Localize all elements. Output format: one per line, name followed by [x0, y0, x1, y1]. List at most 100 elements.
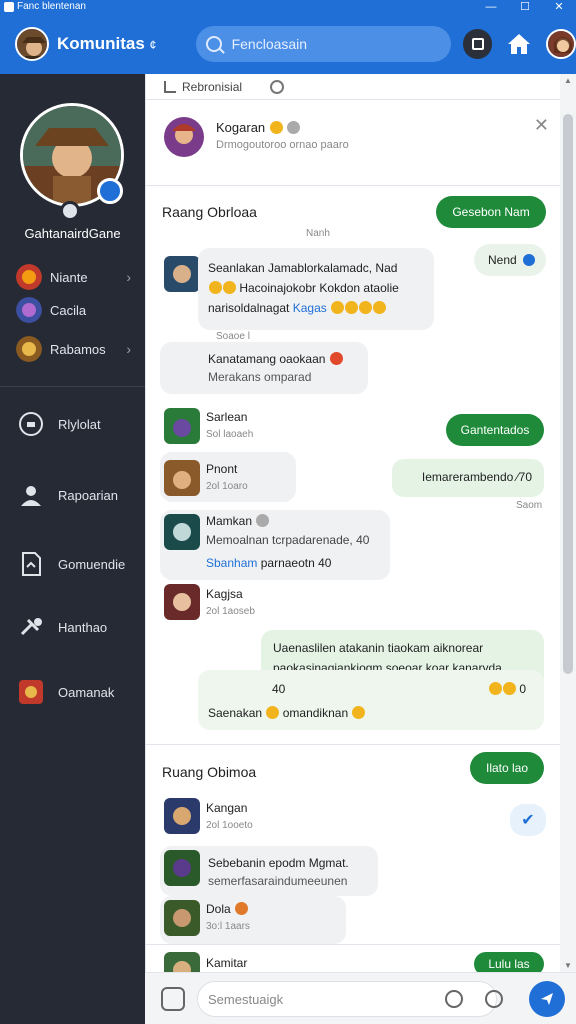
message-avatar	[164, 460, 200, 496]
message-text: 40	[272, 682, 286, 696]
message-time: Saom	[516, 500, 543, 511]
panel-toolbar: Rebronisial	[146, 74, 561, 100]
chat-panel: Rebronisial Kogaran Drmogoutoroo ornao p…	[145, 74, 561, 1024]
check-icon	[522, 254, 535, 266]
maximize-button[interactable]: ☐	[508, 0, 542, 14]
message-name: Kangan	[206, 801, 248, 815]
chevron-right-icon: ›	[126, 269, 131, 285]
emoji-icon[interactable]	[485, 990, 503, 1008]
message-bubble: Kanatamang oaokaan Merakans omparad	[160, 342, 368, 394]
home-button[interactable]	[504, 29, 534, 59]
microphone-icon[interactable]	[445, 990, 463, 1008]
nav-item-oamanak[interactable]: Oamanak	[0, 672, 145, 712]
action-pill[interactable]: Gesebon Nam	[436, 196, 546, 228]
section-divider	[146, 744, 561, 745]
message-time: 2ol 1ooeto	[206, 820, 253, 831]
verified-badge-icon	[97, 178, 123, 204]
emoji-icon	[269, 121, 283, 134]
app-brand: Komunitas ¢	[57, 34, 157, 53]
message-avatar	[164, 514, 200, 550]
app-header: Komunitas ¢	[0, 14, 576, 74]
message-bubble: Seanlakan Jamablorkalamadc, Nad Hacoinaj…	[198, 248, 434, 330]
send-button[interactable]	[529, 981, 565, 1017]
nav-label: Rapoarian	[58, 487, 118, 503]
corner-icon	[164, 80, 176, 93]
message-time: 3o:l 1aars	[206, 921, 250, 932]
message-avatar	[164, 850, 200, 886]
scroll-down-icon[interactable]: ▼	[560, 961, 576, 970]
close-button[interactable]: ✕	[542, 0, 576, 14]
notification-card[interactable]: Kogaran Drmogoutoroo ornao paaro ✕	[146, 100, 561, 186]
action-pill[interactable]: Ilato lao	[470, 752, 544, 784]
scrollbar-thumb[interactable]	[563, 114, 573, 674]
nav-label: Gomuendie	[58, 556, 126, 572]
game-icon	[16, 336, 42, 362]
emoji-group: 0	[488, 682, 526, 696]
document-icon	[22, 552, 41, 576]
nav-label: Hanthao	[58, 619, 108, 635]
profile-menu-avatar[interactable]	[546, 29, 576, 59]
media-button[interactable]	[462, 29, 493, 59]
scroll-up-icon[interactable]: ▲	[560, 76, 576, 85]
message-name: Dola	[206, 902, 249, 916]
nav-item-gomuendie[interactable]: Gomuendie	[0, 544, 145, 584]
message-name: Sarlean	[206, 410, 248, 424]
search-icon[interactable]	[270, 79, 285, 94]
message-name: Kagjsa	[206, 587, 243, 601]
status-tag: Nend	[474, 244, 546, 276]
target-icon	[19, 412, 43, 436]
message-avatar	[164, 798, 200, 834]
notification-subtitle: Drmogoutoroo ornao paaro	[216, 139, 349, 151]
game-icon	[16, 264, 42, 290]
search-input[interactable]	[231, 36, 432, 52]
search-bar[interactable]	[195, 26, 451, 62]
message-name: Mamkan	[206, 514, 270, 528]
home-icon	[508, 34, 531, 54]
sidebar-item-label: Cacila	[50, 302, 87, 318]
message-time: 2ol 1aoseb	[206, 606, 255, 617]
status-icon	[60, 201, 80, 221]
sidebar-item-rabamos[interactable]: Rabamos ›	[0, 334, 145, 364]
message-avatar	[164, 900, 200, 936]
search-icon	[205, 36, 222, 52]
message-name: Pnont	[206, 462, 238, 476]
minimize-button[interactable]: —	[474, 0, 508, 14]
message-bubble	[198, 670, 544, 730]
close-icon[interactable]: ✕	[534, 115, 549, 136]
info-icon	[287, 121, 301, 134]
profile-name: GahtanairdGane	[24, 226, 121, 241]
game-icon	[16, 297, 42, 323]
attach-icon[interactable]	[161, 987, 185, 1011]
nav-item-rlylolat[interactable]: Rlylolat	[0, 404, 145, 444]
sidebar-item-cacila[interactable]: Cacila	[0, 295, 145, 325]
message-time: Sol laoaeh	[206, 429, 254, 440]
notification-title: Kogaran	[216, 120, 301, 135]
scrollbar[interactable]: ▲ ▼	[560, 74, 576, 972]
message-bubble-sent: Iemarerambendo ∕70	[392, 459, 544, 497]
message-avatar	[164, 408, 200, 444]
toolbar-label: Rebronisial	[182, 79, 243, 94]
section-title: Raang Obrloaa	[162, 204, 257, 220]
app-icon	[4, 2, 14, 12]
image-icon	[471, 38, 484, 50]
message-avatar	[164, 256, 200, 292]
section-time: Nanh	[306, 228, 330, 239]
sidebar-item-niante[interactable]: Niante ›	[0, 262, 145, 292]
sidebar-divider	[0, 386, 145, 387]
nav-item-rapoarian[interactable]: Rapoarian	[0, 475, 145, 515]
nav-item-hanthao[interactable]: Hanthao	[0, 607, 145, 647]
sidebar: GahtanairdGane Niante › Cacila Rabamos ›…	[0, 74, 145, 1024]
game-icon	[19, 680, 43, 704]
notification-avatar	[164, 117, 204, 157]
message-composer: Semestuaigk	[145, 972, 576, 1024]
send-icon	[541, 993, 553, 1005]
message-text: Memoalnan tcrpadarenade, 40	[206, 533, 370, 547]
user-avatar[interactable]	[15, 27, 49, 61]
check-icon: ✔	[510, 804, 546, 836]
message-name: Kamitar	[206, 956, 248, 970]
action-pill[interactable]: Gantentados	[446, 414, 544, 446]
message-time: 2ol 1oaro	[206, 481, 248, 492]
sidebar-item-label: Rabamos	[50, 341, 106, 357]
sidebar-item-label: Niante	[50, 269, 88, 285]
message-avatar	[164, 584, 200, 620]
